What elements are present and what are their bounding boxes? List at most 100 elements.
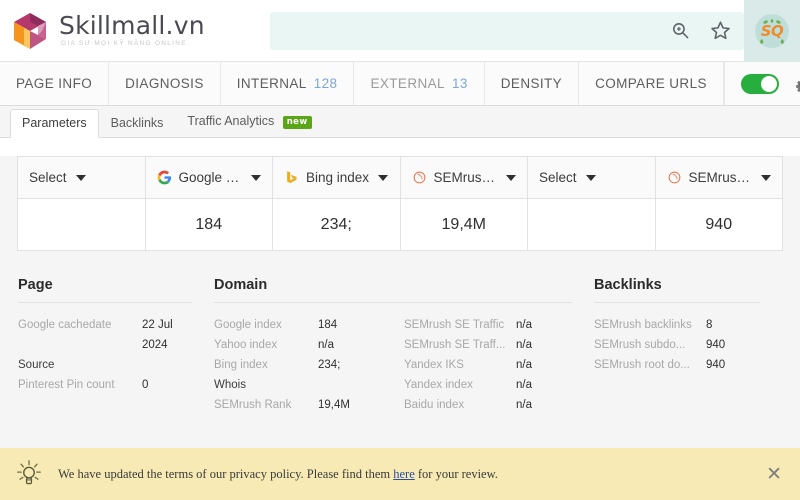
cell-semrush-rank: 19,4M [399, 198, 528, 251]
domain-section-columns: Google index 184 Yahoo index n/a Bing in… [214, 303, 594, 415]
search-zoom-icon[interactable] [660, 12, 700, 50]
row-key: SEMrush SE Traff... [404, 339, 506, 351]
column-header-select-1[interactable]: Select [17, 156, 146, 199]
settings-button[interactable] [791, 73, 800, 95]
row-value: n/a [516, 339, 532, 351]
row-value: 184 [318, 319, 338, 331]
cell-semrush-subdomains: 940 [654, 198, 783, 251]
tab-internal[interactable]: INTERNAL 128 [221, 62, 355, 105]
seoquake-extension-button[interactable]: SQ [755, 13, 789, 48]
bing-icon [287, 171, 297, 184]
details-columns: Page Google cachedate 22 Jul 2024 Source… [0, 251, 800, 415]
extension-badge-label: SQ [760, 21, 784, 40]
star-icon[interactable] [700, 12, 740, 50]
column-header-semrush-rank[interactable]: SEMrush ... [399, 156, 528, 199]
list-item: Google index 184 [214, 315, 382, 335]
list-item: Bing index 234; [214, 355, 382, 375]
list-item: SEMrush SE Traffic n/a [404, 315, 572, 335]
list-item: SEMrush SE Traff... n/a [404, 335, 572, 355]
parameters-table: Select Google index [17, 156, 783, 251]
column-label: Google index [178, 170, 243, 185]
row-key: SEMrush root do... [594, 359, 690, 371]
privacy-policy-notice: We have updated the terms of our privacy… [0, 448, 800, 500]
semrush-icon [413, 171, 425, 184]
row-value: 22 Jul 2024 [142, 319, 173, 351]
site-logo[interactable]: Skillmall.vn GIA SƯ MỌI KỸ NĂNG ONLINE [0, 0, 270, 62]
list-item[interactable]: Whois [214, 375, 382, 395]
column-header-google-index[interactable]: Google index [144, 156, 273, 199]
subtab-traffic-analytics[interactable]: Traffic Analytics new [175, 107, 323, 138]
chevron-down-icon [761, 174, 771, 181]
close-icon[interactable]: ✕ [766, 465, 782, 484]
extension-area: SQ [744, 0, 800, 62]
tab-page-info[interactable]: PAGE INFO [0, 62, 110, 105]
tab-count: 13 [451, 76, 468, 91]
row-key: SEMrush Rank [214, 399, 292, 411]
row-key: Baidu index [404, 399, 465, 411]
tab-label: EXTERNAL [370, 76, 445, 91]
column-label: Select [539, 170, 577, 185]
row-value: 0 [142, 379, 149, 391]
sub-tab-bar: Parameters Backlinks Traffic Analytics n… [0, 106, 800, 138]
row-key: Whois [214, 379, 246, 391]
row-value: 940 [706, 359, 726, 371]
list-item: Pinterest Pin count 0 [18, 375, 192, 395]
tab-external[interactable]: EXTERNAL 13 [354, 62, 485, 105]
tab-strip-controls [725, 62, 800, 105]
page-section: Page Google cachedate 22 Jul 2024 Source… [18, 277, 214, 415]
google-icon [157, 170, 171, 185]
seoquake-enable-toggle[interactable] [740, 73, 779, 94]
tab-label: COMPARE URLS [595, 76, 707, 91]
subtab-parameters[interactable]: Parameters [10, 109, 99, 138]
chevron-down-icon [506, 174, 516, 181]
chevron-down-icon [378, 174, 389, 181]
column-header-select-2[interactable]: Select [527, 156, 656, 199]
new-badge: new [282, 116, 312, 129]
row-key: Google index [214, 319, 282, 331]
privacy-policy-link[interactable]: here [393, 467, 415, 481]
column-label: Select [29, 170, 67, 185]
page-section-title: Page [18, 277, 192, 303]
row-key: Pinterest Pin count [18, 379, 115, 391]
row-value: 8 [706, 319, 713, 331]
toggle-knob [760, 75, 777, 92]
address-bar[interactable] [270, 11, 660, 50]
page-section-list: Google cachedate 22 Jul 2024 Source Pint… [18, 315, 192, 395]
list-item: SEMrush backlinks 8 [594, 315, 760, 335]
row-key: Yandex IKS [404, 359, 464, 371]
row-key: Google cachedate [18, 319, 112, 331]
semrush-icon [668, 171, 680, 184]
row-key: SEMrush subdo... [594, 339, 686, 351]
cell-select-1 [17, 198, 146, 251]
omnibox-actions [660, 11, 744, 50]
row-key: Bing index [214, 359, 268, 371]
subtab-label: Traffic Analytics [187, 114, 275, 128]
row-value: n/a [516, 319, 532, 331]
tab-diagnosis[interactable]: DIAGNOSIS [109, 62, 221, 105]
tab-compare-urls[interactable]: COMPARE URLS [579, 62, 724, 105]
list-item: SEMrush subdo... 940 [594, 335, 760, 355]
domain-section-title: Domain [214, 277, 572, 303]
row-key: Yahoo index [214, 339, 278, 351]
backlinks-section-list: SEMrush backlinks 8 SEMrush subdo... 940… [594, 315, 760, 375]
list-item[interactable]: Source [18, 355, 192, 375]
column-header-bing-index[interactable]: Bing index [272, 156, 401, 199]
subtab-backlinks[interactable]: Backlinks [99, 109, 176, 138]
cell-select-2 [527, 198, 656, 251]
lightbulb-icon [17, 460, 41, 485]
browser-top-bar: Skillmall.vn GIA SƯ MỌI KỸ NĂNG ONLINE S… [0, 0, 800, 62]
tab-density[interactable]: DENSITY [485, 62, 580, 105]
list-item: Yahoo index n/a [214, 335, 382, 355]
list-item: SEMrush root do... 940 [594, 355, 760, 375]
column-label: SEMrush s... [688, 170, 753, 185]
row-value: 940 [706, 339, 726, 351]
subtab-label: Backlinks [110, 116, 164, 130]
column-header-semrush-subdomains[interactable]: SEMrush s... [654, 156, 783, 199]
domain-list-left: Google index 184 Yahoo index n/a Bing in… [214, 303, 404, 415]
table-row: 184 234; 19,4M 940 [17, 198, 783, 251]
domain-section: Domain Google index 184 Yahoo index n/a [214, 277, 594, 415]
cell-bing-index: 234; [272, 198, 401, 251]
domain-list-right: SEMrush SE Traffic n/a SEMrush SE Traff.… [404, 303, 594, 415]
tab-label: DENSITY [500, 76, 563, 91]
notice-text-after: for your review. [414, 466, 498, 481]
